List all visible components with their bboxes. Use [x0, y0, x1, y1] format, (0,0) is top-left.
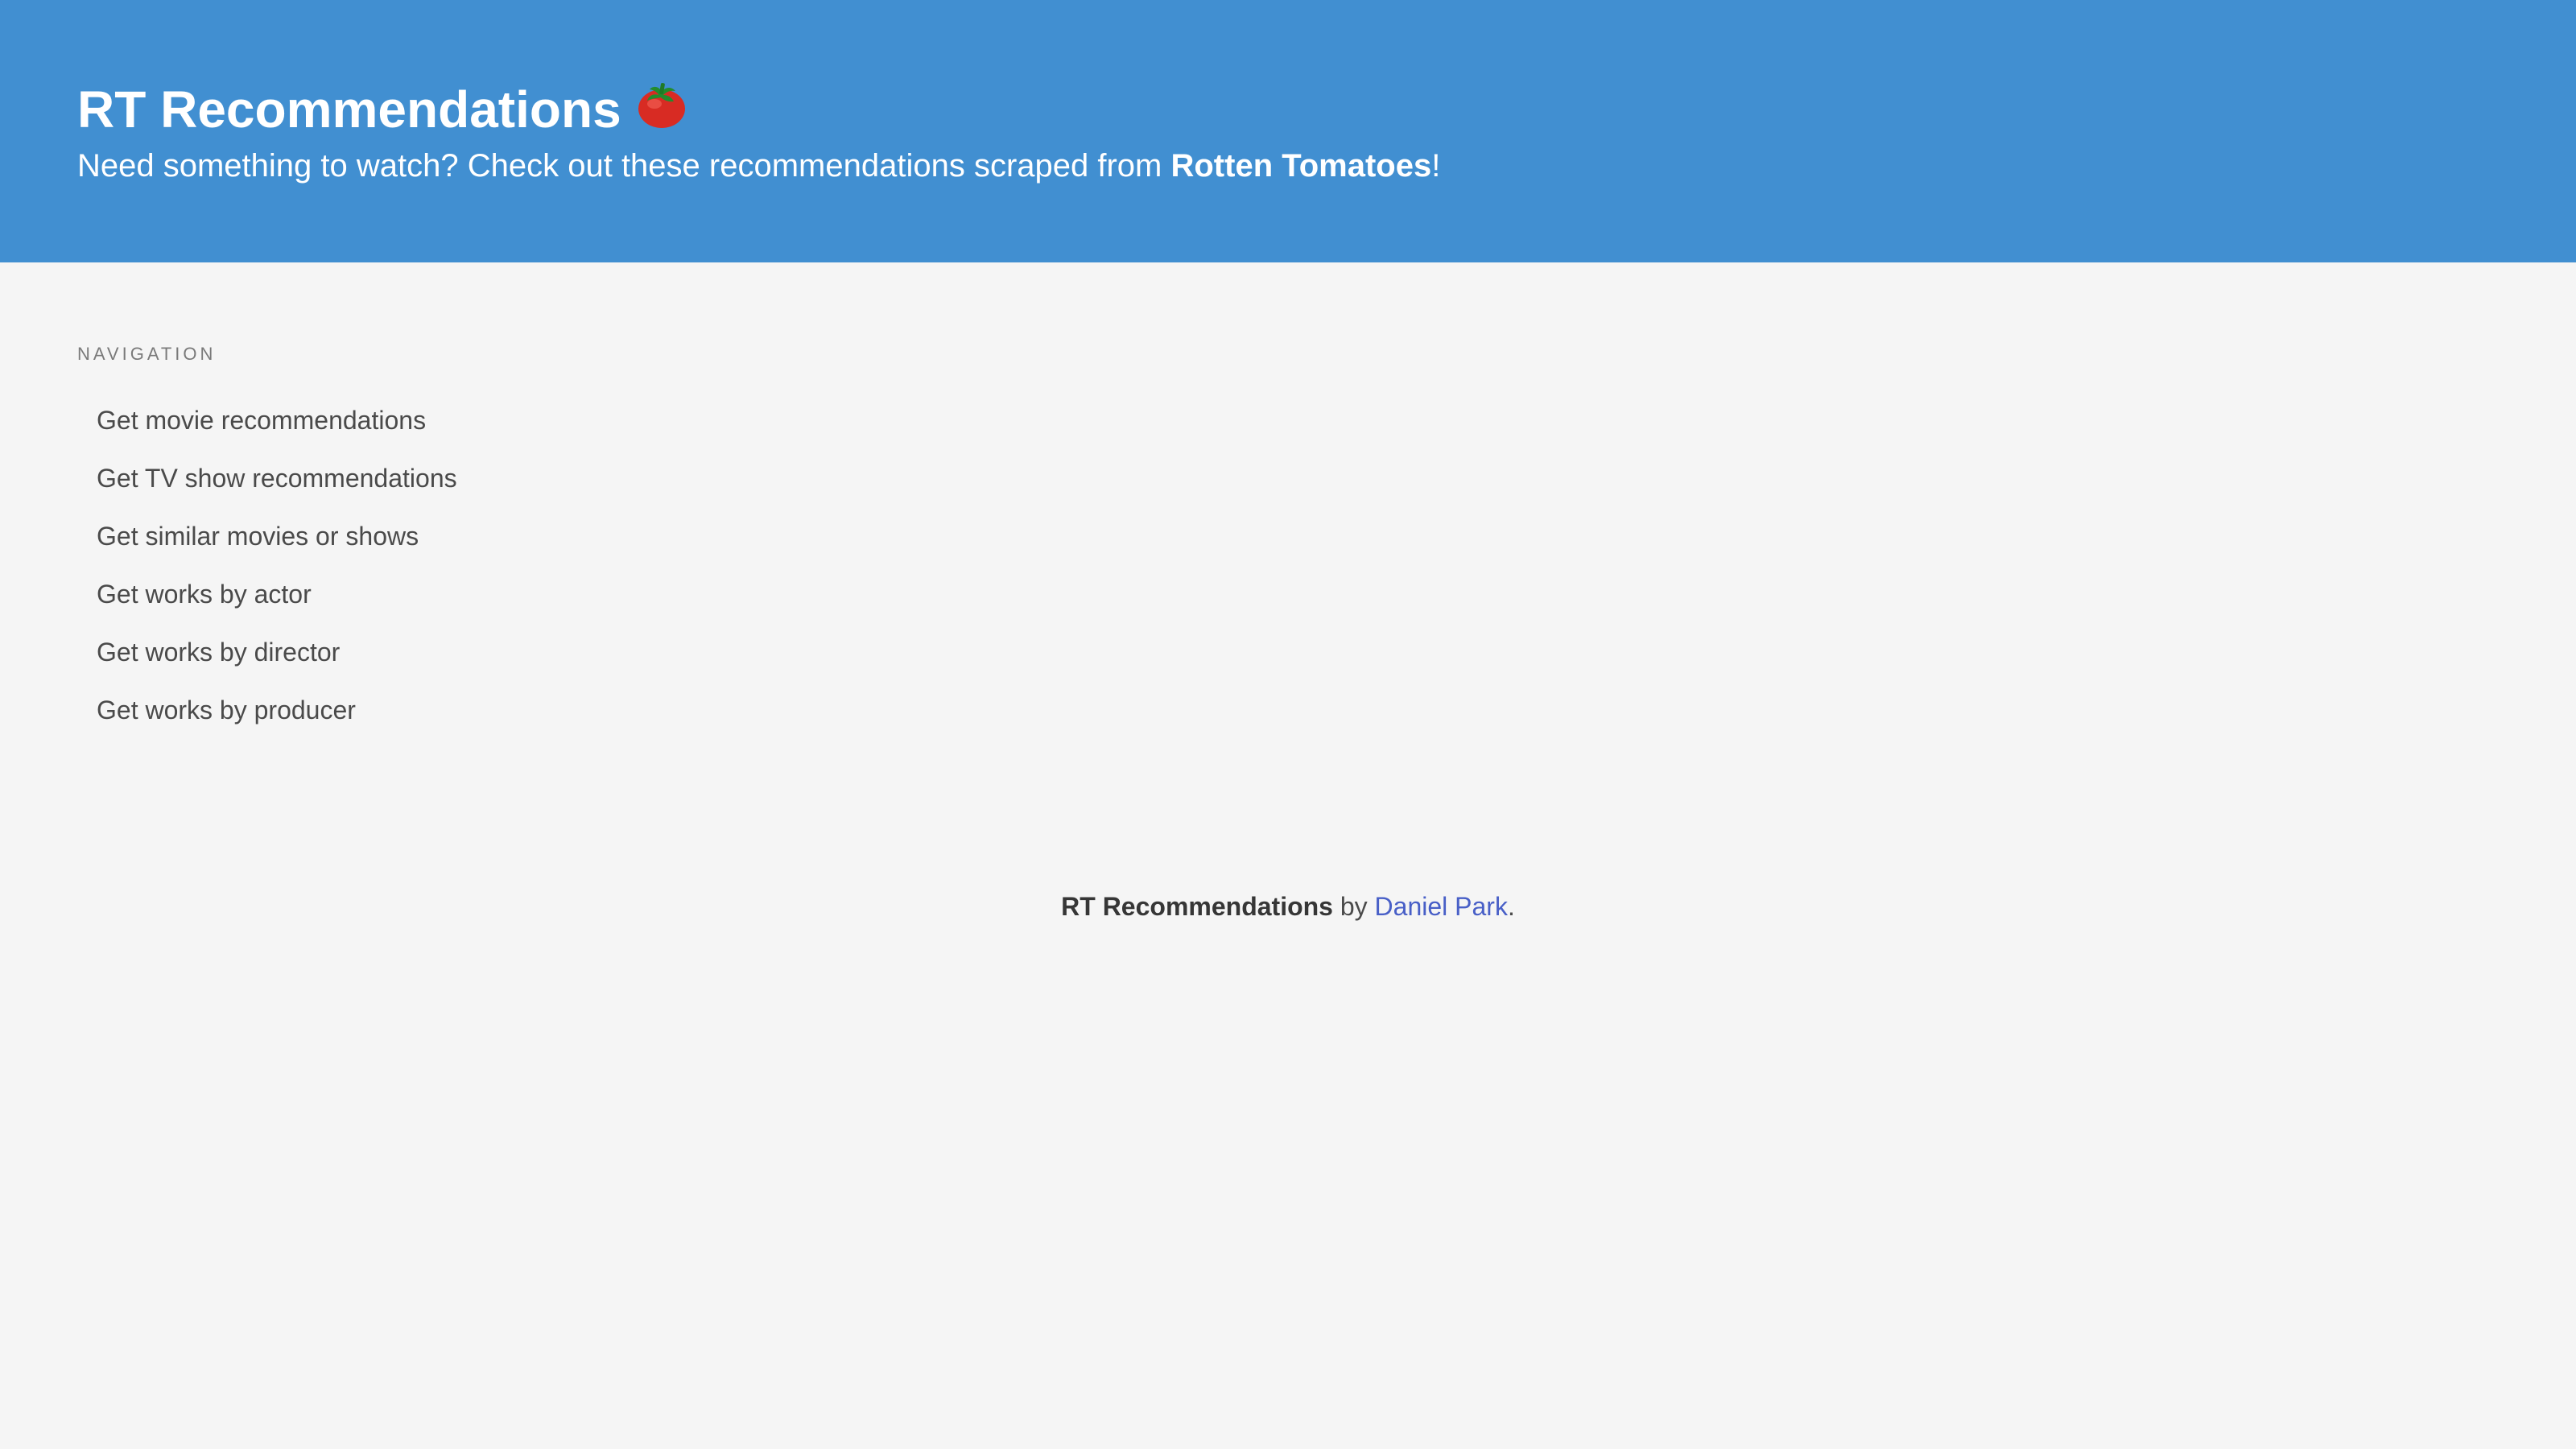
footer-by-text: by: [1332, 892, 1375, 921]
nav-item-works-by-actor[interactable]: Get works by actor: [77, 576, 331, 612]
page-footer: RT Recommendations by Daniel Park.: [0, 889, 2576, 924]
tomato-icon: [638, 83, 685, 128]
nav-item-works-by-director[interactable]: Get works by director: [77, 634, 359, 670]
navigation-menu: NAVIGATION Get movie recommendations Get…: [77, 341, 641, 739]
navigation-list-item: Get movie recommendations: [77, 391, 641, 449]
footer-period: .: [1507, 892, 1515, 921]
footer-app-name: RT Recommendations: [1061, 892, 1333, 921]
nav-item-movie-recommendations[interactable]: Get movie recommendations: [77, 402, 445, 438]
page-title: RT Recommendations: [77, 77, 687, 142]
page-title-text: RT Recommendations: [77, 80, 621, 138]
navigation-label: NAVIGATION: [77, 344, 217, 364]
navigation-list-item: Get works by director: [77, 623, 641, 681]
page-subtitle: Need something to watch? Check out these…: [77, 145, 1440, 187]
navigation-list-item: Get similar movies or shows: [77, 507, 641, 565]
rotten-tomatoes-emphasis: Rotten Tomatoes: [1170, 148, 1432, 184]
nav-item-works-by-producer[interactable]: Get works by producer: [77, 692, 375, 728]
navigation-list-item: Get works by producer: [77, 681, 641, 739]
navigation-list: Get movie recommendations Get TV show re…: [77, 391, 641, 739]
author-link[interactable]: Daniel Park: [1375, 892, 1508, 921]
subtitle-exclamation: !: [1431, 148, 1441, 184]
hero-header: RT Recommendations Need something to wat…: [0, 0, 2576, 262]
subtitle-text: Need something to watch? Check out these…: [77, 148, 1171, 184]
navigation-list-item: Get works by actor: [77, 565, 641, 623]
nav-item-tv-show-recommendations[interactable]: Get TV show recommendations: [77, 460, 477, 496]
nav-item-similar-titles[interactable]: Get similar movies or shows: [77, 518, 438, 554]
navigation-list-item: Get TV show recommendations: [77, 449, 641, 507]
